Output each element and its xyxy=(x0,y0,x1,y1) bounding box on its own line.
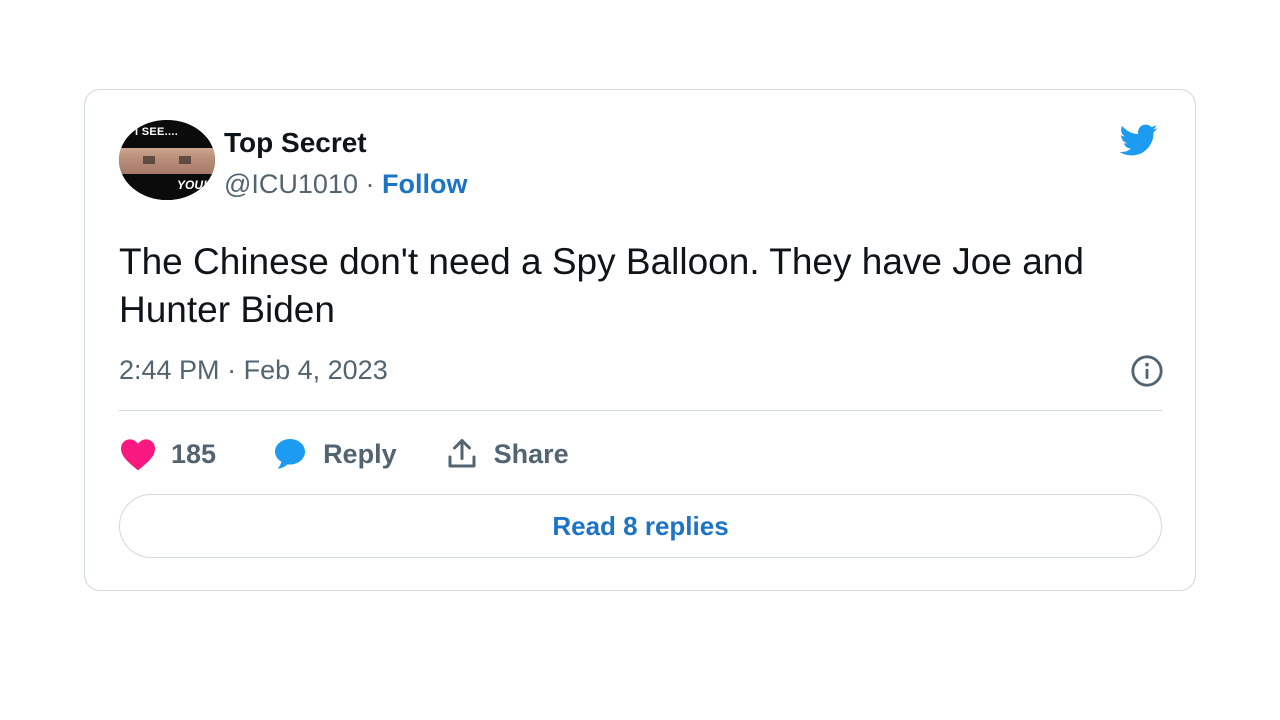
reply-label: Reply xyxy=(323,438,397,469)
tweet-text: The Chinese don't need a Spy Balloon. Th… xyxy=(119,241,1084,330)
reply-button[interactable]: Reply xyxy=(271,436,397,472)
like-count: 185 xyxy=(171,438,217,469)
heart-icon xyxy=(121,439,155,471)
share-upload-icon xyxy=(448,439,476,468)
tweet-timestamp[interactable]: 2:44 PM · Feb 4, 2023 xyxy=(119,355,388,386)
share-button[interactable]: Share xyxy=(444,436,569,472)
read-replies-button[interactable]: Read 8 replies xyxy=(119,494,1162,558)
tweet-card: I SEE.... YOU! Top Secret @ICU1010 · Fol… xyxy=(84,89,1196,591)
author-name[interactable]: Top Secret xyxy=(224,127,367,159)
tweet-date: Feb 4, 2023 xyxy=(243,355,388,385)
action-bar: 185 Reply Share xyxy=(119,434,569,474)
share-label: Share xyxy=(493,438,569,469)
info-icon[interactable] xyxy=(1130,354,1164,388)
author-avatar[interactable]: I SEE.... YOU! xyxy=(119,120,215,200)
author-handle-row: @ICU1010 · Follow xyxy=(224,169,468,200)
avatar-top-text: I SEE.... xyxy=(135,126,179,138)
avatar-eyes xyxy=(137,156,197,164)
meta-separator: · xyxy=(227,355,237,385)
twitter-bird-icon[interactable] xyxy=(1115,120,1161,160)
speech-bubble-icon xyxy=(275,439,306,469)
divider xyxy=(119,410,1162,411)
like-button[interactable]: 185 xyxy=(119,437,216,471)
tweet-time: 2:44 PM xyxy=(119,355,220,385)
author-handle[interactable]: @ICU1010 xyxy=(224,169,358,199)
avatar-bottom-text: YOU! xyxy=(177,178,207,192)
handle-separator: · xyxy=(365,169,375,199)
follow-link[interactable]: Follow xyxy=(382,169,467,199)
